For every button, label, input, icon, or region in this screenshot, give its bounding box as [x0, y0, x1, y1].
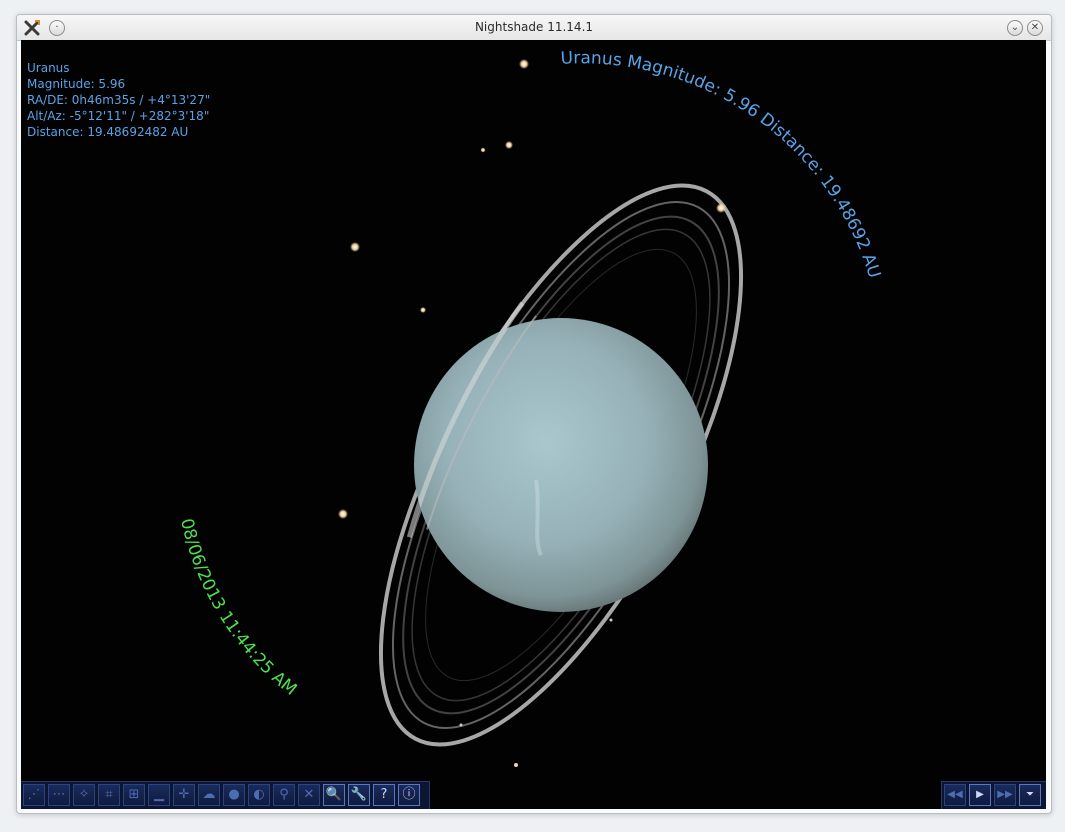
night-mode-icon[interactable]: ✕ — [298, 784, 320, 806]
object-name: Uranus — [27, 61, 70, 75]
search-icon[interactable]: 🔍 — [323, 784, 345, 806]
date-arc-text: 08/06/2013 11:44:25 AM — [176, 517, 300, 700]
azimuthal-grid-icon[interactable]: ⌗ — [98, 784, 120, 806]
play-icon[interactable]: ▶ — [969, 784, 991, 806]
configuration-icon[interactable]: 🔧 — [348, 784, 370, 806]
object-arc-text: Uranus Magnitude: 5.96 Distance: 19.4869… — [560, 48, 884, 280]
object-distance: Distance: 19.48692482 AU — [27, 125, 189, 139]
constellation-art-icon[interactable]: ✧ — [73, 784, 95, 806]
telescope-icon[interactable]: ⚲ — [273, 784, 295, 806]
main-toolbar: ⋰ ⋯ ✧ ⌗ ⊞ ▁ ✛ ☁ ● ◐ ⚲ ✕ 🔍 🔧? ⓘ — [21, 781, 430, 809]
app-window: · Nightshade 11.14.1 ⌄ ✕ Uranus Magnitud… — [16, 14, 1052, 814]
object-altaz: Alt/Az: -5°12'11" / +282°3'18" — [27, 109, 210, 123]
atmosphere-icon[interactable]: ☁ — [198, 784, 220, 806]
minimize-icon[interactable]: ⌄ — [1007, 20, 1023, 36]
nebulae-icon[interactable]: ● — [223, 784, 245, 806]
close-icon[interactable]: ✕ — [1027, 20, 1043, 36]
sky-viewport[interactable]: Uranus Magnitude: 5.96 Distance: 19.4869… — [21, 40, 1046, 809]
fast-forward-icon[interactable]: ▶▶ — [994, 784, 1016, 806]
sky-canvas[interactable]: Uranus Magnitude: 5.96 Distance: 19.4869… — [21, 40, 1046, 809]
cardinal-points-icon[interactable]: ✛ — [173, 784, 195, 806]
equatorial-grid-icon[interactable]: ⊞ — [123, 784, 145, 806]
constellation-labels-icon[interactable]: ⋯ — [48, 784, 70, 806]
object-magnitude: Magnitude: 5.96 — [27, 77, 126, 91]
object-info-panel: Uranus Magnitude: 5.96 RA/DE: 0h46m35s /… — [27, 60, 210, 140]
constellation-lines-icon[interactable]: ⋰ — [23, 784, 45, 806]
window-title: Nightshade 11.14.1 — [474, 20, 594, 34]
date-arc-label: 08/06/2013 11:44:25 AM — [176, 517, 300, 700]
time-controls: ◀◀ ▶ ▶▶ ⏷ — [941, 781, 1046, 809]
rewind-icon[interactable]: ◀◀ — [944, 784, 966, 806]
object-radec: RA/DE: 0h46m35s / +4°13'27" — [27, 93, 211, 107]
planet-labels-icon[interactable]: ◐ — [248, 784, 270, 806]
help-icon[interactable]: ? — [373, 784, 395, 806]
title-bar[interactable]: · Nightshade 11.14.1 ⌄ ✕ — [17, 15, 1051, 41]
uranus-planet — [414, 318, 708, 612]
object-arc-label: Uranus Magnitude: 5.96 Distance: 19.4869… — [560, 48, 884, 280]
info-icon[interactable]: ⓘ — [398, 784, 420, 806]
time-menu-icon[interactable]: ⏷ — [1019, 784, 1041, 806]
ground-icon[interactable]: ▁ — [148, 784, 170, 806]
